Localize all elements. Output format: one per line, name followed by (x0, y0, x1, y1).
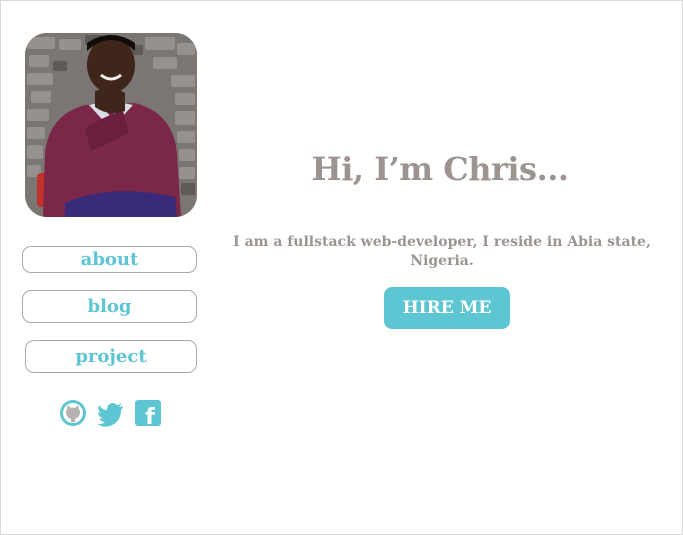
nav-about-button[interactable]: about (22, 246, 197, 273)
hire-me-button[interactable]: HIRE ME (384, 287, 510, 329)
profile-photo (25, 33, 197, 217)
profile-photo-illustration (25, 33, 197, 217)
nav-project-button[interactable]: project (25, 340, 197, 373)
svg-text:f: f (145, 405, 155, 428)
twitter-icon[interactable] (96, 398, 126, 428)
facebook-icon[interactable]: f (133, 398, 163, 430)
hero-headline: Hi, I’m Chris... (311, 150, 569, 188)
hero-bio: I am a fullstack web-developer, I reside… (233, 234, 651, 269)
nav-blog-button[interactable]: blog (22, 290, 197, 323)
github-icon[interactable] (58, 398, 88, 428)
